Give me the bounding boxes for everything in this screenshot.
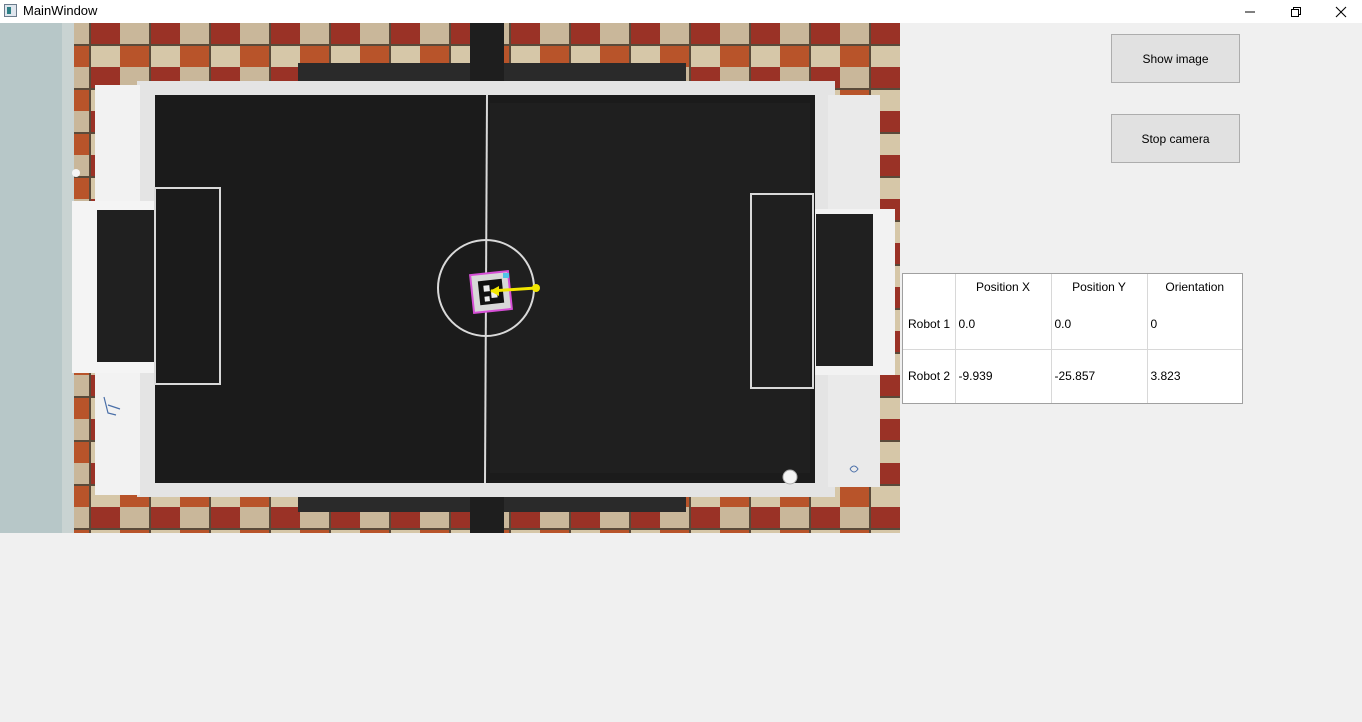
minimize-icon (1245, 11, 1255, 12)
camera-image (0, 23, 900, 533)
corner-header (903, 274, 956, 299)
cell-robot-1-x[interactable]: 0.0 (955, 299, 1052, 350)
row-header-robot-2[interactable]: Robot 2 (903, 349, 956, 403)
title-bar: MainWindow (0, 0, 1362, 23)
cell-robot-2-y[interactable]: -25.857 (1051, 349, 1148, 403)
row-header-robot-1[interactable]: Robot 1 (903, 299, 956, 350)
minimize-button[interactable] (1227, 0, 1273, 23)
cell-robot-2-orientation[interactable]: 3.823 (1147, 349, 1242, 403)
table-header-row: Position X Position Y Orientation (903, 274, 1242, 299)
cell-robot-1-y[interactable]: 0.0 (1051, 299, 1148, 350)
table-row: Robot 1 0.0 0.0 0 (903, 299, 1242, 350)
stop-camera-button[interactable]: Stop camera (1111, 114, 1240, 163)
header-orientation[interactable]: Orientation (1147, 274, 1242, 299)
restore-button[interactable] (1273, 0, 1319, 23)
cell-robot-2-x[interactable]: -9.939 (955, 349, 1052, 403)
restore-icon (1291, 6, 1301, 17)
table-row: Robot 2 -9.939 -25.857 3.823 (903, 349, 1242, 403)
window-title: MainWindow (23, 3, 98, 18)
close-button[interactable] (1318, 0, 1362, 23)
header-position-y[interactable]: Position Y (1051, 274, 1148, 299)
camera-view (0, 23, 900, 533)
robot-table[interactable]: Position X Position Y Orientation Robot … (902, 273, 1243, 404)
close-icon (1335, 6, 1347, 17)
header-position-x[interactable]: Position X (955, 274, 1052, 299)
app-icon (4, 4, 17, 17)
show-image-button[interactable]: Show image (1111, 34, 1240, 83)
cell-robot-1-orientation[interactable]: 0 (1147, 299, 1242, 350)
